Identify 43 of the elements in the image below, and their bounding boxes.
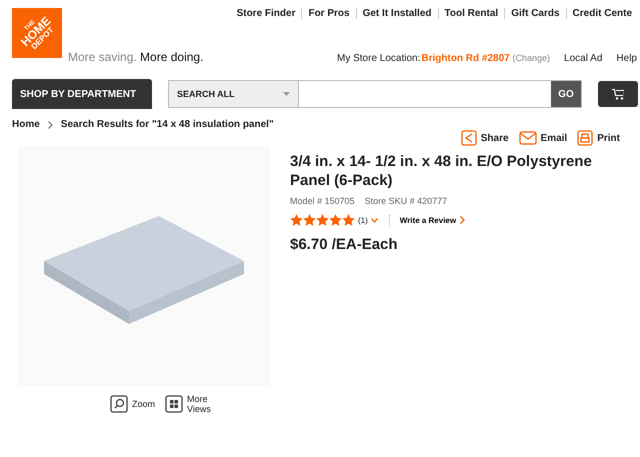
- shop-by-department-button[interactable]: SHOP BY DEPARTMENT: [12, 79, 152, 109]
- breadcrumb-current: Search Results for "14 x 48 insulation panel": [60, 119, 274, 130]
- nav-link[interactable]: Store Finder: [230, 8, 302, 19]
- nav-link[interactable]: Help: [616, 53, 637, 64]
- star-icon: [329, 214, 342, 226]
- search-icon: [110, 395, 128, 413]
- write-review-link[interactable]: Write a Review: [388, 214, 472, 226]
- print-button[interactable]: Print: [577, 130, 620, 146]
- review-count[interactable]: (1): [358, 216, 368, 224]
- share-icon: [460, 130, 477, 146]
- breadcrumb-link[interactable]: Home: [12, 119, 40, 130]
- nav-link[interactable]: Tool Rental: [438, 8, 504, 19]
- caret-icon: [283, 92, 290, 96]
- go-button[interactable]: GO: [551, 81, 581, 107]
- grid-icon: [165, 395, 184, 413]
- search-scope-dropdown[interactable]: SEARCH ALL: [169, 81, 299, 107]
- chevron-down-icon: [370, 218, 378, 222]
- email-button[interactable]: Email: [518, 130, 568, 146]
- share-button[interactable]: Share: [460, 130, 509, 146]
- star-icon: [303, 214, 316, 226]
- tagline: More saving. More doing.: [68, 50, 204, 64]
- nav-link[interactable]: Gift Cards: [504, 8, 566, 19]
- model-number: Model # 150705: [290, 196, 355, 206]
- store-location-label: My Store Location:: [337, 53, 420, 64]
- nav-link[interactable]: Local Ad: [564, 53, 602, 64]
- store-sku: Store SKU # 420777: [364, 196, 448, 206]
- star-icon: [316, 214, 329, 226]
- nav-link[interactable]: Credit Cente: [566, 8, 638, 19]
- star-icon: [290, 214, 303, 226]
- price: $6.70 /EA-Each: [290, 236, 399, 253]
- cart-button[interactable]: [598, 81, 638, 107]
- change-link[interactable]: (Change): [512, 53, 550, 63]
- views-button[interactable]: More Views: [165, 394, 228, 414]
- zoom-button[interactable]: Zoom: [110, 394, 156, 414]
- email-icon: [518, 130, 537, 146]
- nav-link[interactable]: Get It Installed: [356, 8, 438, 19]
- nav-link[interactable]: For Pros: [301, 8, 356, 19]
- chevron-icon: [48, 120, 53, 128]
- cart-icon: [612, 88, 624, 100]
- chevron-icon: [460, 216, 466, 224]
- print-icon: [577, 130, 594, 146]
- star-icon: [342, 214, 355, 226]
- product-title: 3/4 in. x 14- 1/2 in. x 48 in. E/O Polystyrene Panel (6-Pack): [290, 152, 593, 190]
